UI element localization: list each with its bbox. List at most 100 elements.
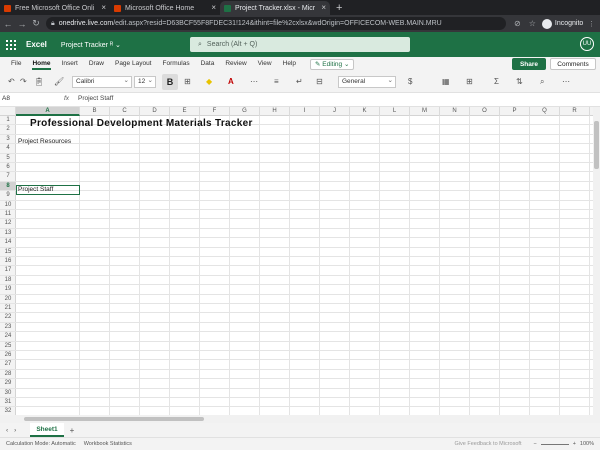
column-header-b[interactable]: B <box>80 107 110 116</box>
row-header-8[interactable]: 8 <box>0 181 16 192</box>
back-arrow-icon[interactable]: ← <box>2 19 14 29</box>
browser-tab-project-tracker[interactable]: Project Tracker.xlsx - Micr × <box>220 1 330 15</box>
fx-icon[interactable]: fx <box>64 95 69 102</box>
tab-draw[interactable]: Draw <box>89 57 104 71</box>
address-bar[interactable]: 🔒︎ onedrive.live.com /edit.aspx?resid=D6… <box>46 17 506 30</box>
column-header-r[interactable]: R <box>560 107 590 116</box>
column-header-g[interactable]: G <box>230 107 260 116</box>
row-header-32[interactable]: 32 <box>0 407 16 415</box>
column-header-d[interactable]: D <box>140 107 170 116</box>
sheet-tab-sheet1[interactable]: Sheet1 <box>30 423 64 437</box>
row-header-24[interactable]: 24 <box>0 332 16 342</box>
spreadsheet-grid[interactable]: ABCDEFGHIJKLMNOPQR 1 2 3 4 5 6 7 8 9 10 11 12 13 14 15… <box>0 107 593 415</box>
row-header-7[interactable]: 7 <box>0 172 16 182</box>
font-name-select[interactable]: Calibri <box>72 76 132 88</box>
scroll-thumb[interactable] <box>594 121 599 169</box>
document-name[interactable]: Project Tracker ᴿ ⌄ <box>61 41 121 49</box>
tab-data[interactable]: Data <box>201 57 215 71</box>
cell-a3[interactable]: Project Resources <box>18 138 71 145</box>
close-tab-icon[interactable]: × <box>101 3 106 12</box>
row-header-3[interactable]: 3 <box>0 135 16 145</box>
name-box[interactable]: A8 <box>2 95 50 105</box>
row-header-25[interactable]: 25 <box>0 342 16 351</box>
row-header-2[interactable]: 2 <box>0 125 16 135</box>
cell-a1-title[interactable]: Professional Development Materials Track… <box>30 118 253 129</box>
bold-button[interactable]: B <box>162 74 178 90</box>
share-button[interactable]: Share <box>512 58 546 70</box>
more-icon[interactable]: ⋯ <box>562 77 570 87</box>
browser-tab-office-home[interactable]: Microsoft Office Home × <box>110 1 220 15</box>
browser-tab-office-online[interactable]: Free Microsoft Office Onli × <box>0 1 110 15</box>
row-header-27[interactable]: 27 <box>0 360 16 370</box>
column-header-i[interactable]: I <box>290 107 320 116</box>
column-header-k[interactable]: K <box>350 107 380 116</box>
tab-review[interactable]: Review <box>225 57 246 71</box>
editing-mode-button[interactable]: ✎ Editing ⌄ <box>310 58 355 70</box>
row-header-4[interactable]: 4 <box>0 144 16 154</box>
tab-formulas[interactable]: Formulas <box>163 57 190 71</box>
plus-icon[interactable]: + <box>336 2 342 14</box>
block-icon[interactable]: ⊘ <box>514 19 521 28</box>
column-header-f[interactable]: F <box>200 107 230 116</box>
insert-cells-icon[interactable]: ⊞ <box>466 77 473 87</box>
column-header-e[interactable]: E <box>170 107 200 116</box>
close-tab-icon[interactable]: × <box>211 3 216 12</box>
row-header-28[interactable]: 28 <box>0 370 16 380</box>
comments-button[interactable]: Comments <box>550 58 596 70</box>
merge-cells-icon[interactable]: ⊟ <box>316 77 323 87</box>
row-header-6[interactable]: 6 <box>0 163 16 173</box>
column-header-p[interactable]: P <box>500 107 530 116</box>
kebab-menu-icon[interactable]: ⋮ <box>588 20 595 28</box>
horizontal-scrollbar[interactable] <box>0 415 600 423</box>
column-header-c[interactable]: C <box>110 107 140 116</box>
borders-icon[interactable]: ⊞ <box>184 77 191 87</box>
scroll-thumb[interactable] <box>24 417 204 421</box>
row-header-15[interactable]: 15 <box>0 248 16 257</box>
app-name[interactable]: Excel <box>26 40 47 49</box>
tab-home[interactable]: Home <box>32 57 51 71</box>
reload-icon[interactable]: ↻ <box>30 18 42 29</box>
select-all-corner[interactable] <box>0 107 16 116</box>
calc-mode[interactable]: Calculation Mode: Automatic <box>6 441 76 447</box>
zoom-slider[interactable] <box>540 443 569 445</box>
row-header-14[interactable]: 14 <box>0 238 16 248</box>
more-icon[interactable]: ⋯ <box>250 77 258 87</box>
font-color-icon[interactable]: A <box>228 77 234 87</box>
feedback-link[interactable]: Give Feedback to Microsoft <box>455 441 522 447</box>
close-tab-icon[interactable]: × <box>321 3 326 12</box>
next-sheet-icon[interactable]: › <box>14 427 16 434</box>
conditional-format-icon[interactable]: ▦ <box>442 77 450 87</box>
tab-view[interactable]: View <box>258 57 272 71</box>
forward-arrow-icon[interactable]: → <box>16 19 28 29</box>
row-header-21[interactable]: 21 <box>0 304 16 314</box>
redo-icon[interactable]: ↷ <box>20 77 27 87</box>
column-header-o[interactable]: O <box>470 107 500 116</box>
tab-file[interactable]: File <box>11 57 21 71</box>
zoom-in-icon[interactable]: + <box>573 441 576 447</box>
zoom-level[interactable]: 100% <box>580 441 594 447</box>
row-header-13[interactable]: 13 <box>0 229 16 239</box>
row-header-18[interactable]: 18 <box>0 276 16 286</box>
incognito-indicator[interactable]: Incognito ⋮ <box>541 18 595 29</box>
sort-filter-icon[interactable]: ⇅ <box>516 77 523 87</box>
clipboard-icon[interactable]: 📋︎ <box>34 77 44 87</box>
row-header-29[interactable]: 29 <box>0 379 16 389</box>
avatar[interactable]: UU <box>580 37 594 51</box>
row-header-31[interactable]: 31 <box>0 398 16 408</box>
format-painter-icon[interactable]: 🖌︎ <box>54 77 64 87</box>
app-launcher-icon[interactable] <box>6 39 16 50</box>
column-header-h[interactable]: H <box>260 107 290 116</box>
add-sheet-button[interactable]: + <box>70 426 75 435</box>
row-header-17[interactable]: 17 <box>0 266 16 276</box>
row-header-9[interactable]: 9 <box>0 191 16 201</box>
currency-icon[interactable]: $ <box>408 77 412 87</box>
cell-a8[interactable]: Project Staff <box>18 186 53 193</box>
row-header-11[interactable]: 11 <box>0 210 16 220</box>
search-box[interactable]: ⌕ Search (Alt + Q) <box>190 37 410 52</box>
row-header-1[interactable]: 1 <box>0 116 16 126</box>
font-size-select[interactable]: 12 <box>134 76 156 88</box>
wrap-text-icon[interactable]: ↵ <box>296 77 303 87</box>
tab-help[interactable]: Help <box>283 57 296 71</box>
tab-page-layout[interactable]: Page Layout <box>115 57 152 71</box>
undo-icon[interactable]: ↶ <box>8 77 15 87</box>
